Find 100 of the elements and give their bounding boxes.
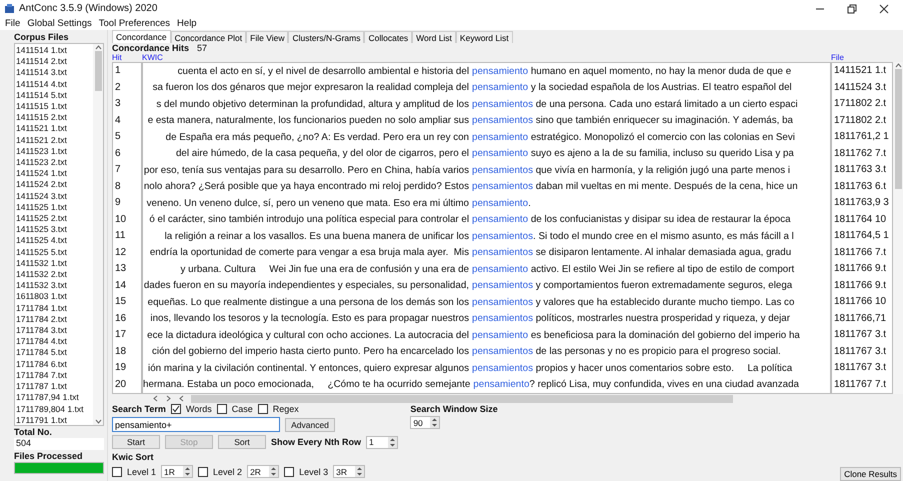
- scrollbar-thumb[interactable]: [94, 51, 102, 91]
- corpus-file-item[interactable]: 1411524 1.txt: [16, 168, 93, 180]
- corpus-file-item[interactable]: 1711787 1.txt: [16, 381, 93, 392]
- chevron-up-icon[interactable]: [894, 62, 902, 69]
- kwic-line: ión marina y la civilación continental. Y entonces, quiero expresar algunos pensamientos propios y hacer unos comentarios sobre esto. La política: [147, 362, 794, 376]
- kwic-line: equeñas. Lo que realmente distingue a una persona de los demás son los pensamientos y valores que ha establecido durante mucho tiempo. Las co: [146, 296, 796, 310]
- tab[interactable]: File View: [246, 31, 288, 43]
- corpus-file-item[interactable]: 1411525 3.txt: [16, 224, 93, 236]
- chevron-left-icon[interactable]: [152, 395, 159, 402]
- corpus-file-item[interactable]: 1711784 3.txt: [16, 325, 93, 336]
- corpus-file-item[interactable]: 1411514 4.txt: [16, 78, 93, 90]
- file-name: 1811766,71: [833, 312, 888, 326]
- column-header[interactable]: Hit: [112, 53, 142, 62]
- chevron-right-icon[interactable]: [165, 395, 172, 402]
- close-icon[interactable]: [879, 4, 889, 14]
- tab[interactable]: Concordance Plot: [170, 31, 246, 43]
- corpus-file-item[interactable]: 1711787,94 1.txt: [16, 392, 93, 404]
- corpus-file-item[interactable]: 1411532 1.txt: [16, 258, 93, 270]
- checkbox-label: Level 3: [299, 466, 328, 476]
- corpus-file-item[interactable]: 1411524 3.txt: [16, 190, 93, 202]
- tab[interactable]: Word List: [412, 31, 456, 43]
- corpus-file-item[interactable]: 1711784 7.txt: [16, 370, 93, 382]
- file-name: 1811762 7.t: [833, 146, 888, 160]
- nth-row-spinner[interactable]: 1: [366, 436, 398, 448]
- sort-level-spinner[interactable]: 2R: [247, 465, 280, 478]
- menu-item[interactable]: Help: [177, 18, 197, 29]
- action-button[interactable]: Start: [112, 435, 160, 449]
- spinner-arrows-icon[interactable]: [269, 466, 278, 477]
- corpus-file-item[interactable]: 1611803 1.txt: [16, 291, 93, 303]
- tab[interactable]: Concordance: [112, 30, 171, 43]
- checkbox[interactable]: [258, 404, 268, 414]
- chevron-left-icon[interactable]: [178, 395, 185, 402]
- checkbox[interactable]: [284, 466, 294, 476]
- checkbox[interactable]: [170, 404, 181, 414]
- checkbox-label: Regex: [272, 404, 299, 414]
- scrollbar[interactable]: [93, 44, 103, 425]
- corpus-file-item[interactable]: 1411514 2.txt: [16, 56, 93, 68]
- corpus-file-item[interactable]: 1711784 4.txt: [16, 336, 93, 348]
- scrollbar[interactable]: [893, 62, 903, 394]
- hit-number: 18: [114, 344, 128, 358]
- hit-number: 1: [114, 64, 122, 78]
- clone-results-button[interactable]: Clone Results: [840, 467, 901, 481]
- sort-level-spinner[interactable]: 1R: [161, 465, 194, 478]
- restore-icon[interactable]: [847, 4, 857, 14]
- file-name: 1811766 9.t: [833, 278, 888, 292]
- chevron-up-icon[interactable]: [94, 44, 102, 51]
- corpus-file-item[interactable]: 1411514 1.txt: [16, 45, 93, 56]
- corpus-file-item[interactable]: 1711784 5.txt: [16, 347, 93, 359]
- corpus-file-item[interactable]: 1411515 1.txt: [16, 101, 93, 112]
- column-header[interactable]: KWIC: [142, 53, 831, 62]
- scrollbar-thumb[interactable]: [894, 69, 902, 189]
- corpus-file-item[interactable]: 1711784 6.txt: [16, 358, 93, 370]
- file-name: 1811763,9 3: [833, 196, 890, 210]
- corpus-file-item[interactable]: 1711791 1.txt: [16, 414, 93, 425]
- tab[interactable]: Clusters/N-Grams: [288, 31, 364, 43]
- corpus-file-item[interactable]: 1411525 1.txt: [16, 202, 93, 214]
- file-name: 1411524 3.t: [833, 80, 888, 94]
- corpus-file-item[interactable]: 1711784 2.txt: [16, 314, 93, 326]
- corpus-file-item[interactable]: 1411514 5.txt: [16, 90, 93, 102]
- corpus-file-item[interactable]: 1411523 2.txt: [16, 157, 93, 168]
- file-name: 1811763 3.t: [833, 163, 888, 177]
- chevron-down-icon[interactable]: [94, 418, 102, 425]
- corpus-file-item[interactable]: 1411525 5.txt: [16, 246, 93, 258]
- corpus-file-item[interactable]: 1411532 2.txt: [16, 269, 93, 280]
- kwic-line: nolo ahora? ¿Será posible que ya haya encontrado mi reloj perdido? Estos pensamientos daban mil vueltas en mi mente. Después de la cena, hice un: [143, 180, 799, 194]
- corpus-file-item[interactable]: 1411532 3.txt: [16, 280, 93, 292]
- hit-number: 20: [114, 378, 128, 392]
- corpus-file-item[interactable]: 1411523 1.txt: [16, 146, 93, 158]
- advanced-button[interactable]: Advanced: [285, 418, 335, 432]
- corpus-file-item[interactable]: 1711789,804 1.txt: [16, 404, 93, 415]
- spinner-arrows-icon[interactable]: [430, 417, 440, 428]
- kwic-line: sa fueron los dos génaros que mejor expresaron la realidad compleja del pensamiento y la sociedad española de los Austrias. El teatro español del: [152, 81, 793, 96]
- menu-item[interactable]: File: [5, 18, 20, 29]
- nth-row-label: Show Every Nth Row: [271, 437, 362, 447]
- window-size-spinner[interactable]: 90: [410, 416, 440, 429]
- corpus-file-item[interactable]: 1411521 2.txt: [16, 134, 93, 146]
- kwic-line: ó el carácter, sino también introdujo una política especial para controlar el pensamiento de los confucianistas y disipar su idea de restaurar la época: [148, 213, 792, 228]
- corpus-file-item[interactable]: 1411525 4.txt: [16, 235, 93, 247]
- corpus-file-item[interactable]: 1411521 1.txt: [16, 123, 93, 135]
- corpus-file-item[interactable]: 1411515 2.txt: [16, 112, 93, 124]
- corpus-file-item[interactable]: 1711784 1.txt: [16, 302, 93, 314]
- sort-level-spinner[interactable]: 3R: [333, 465, 366, 478]
- file-name: 1811761,2 1: [833, 130, 890, 144]
- spinner-arrows-icon[interactable]: [355, 466, 364, 477]
- spinner-arrows-icon[interactable]: [183, 466, 192, 477]
- corpus-file-item[interactable]: 1411524 2.txt: [16, 179, 93, 191]
- corpus-file-item[interactable]: 1411514 3.txt: [16, 67, 93, 79]
- tab[interactable]: Collocates: [364, 31, 412, 43]
- checkbox[interactable]: [216, 404, 227, 414]
- search-field[interactable]: pensamiento+: [112, 417, 280, 432]
- spinner-arrows-icon[interactable]: [388, 436, 398, 448]
- menu-item[interactable]: Tool Preferences: [98, 18, 170, 29]
- column-header[interactable]: File: [831, 53, 893, 62]
- corpus-file-item[interactable]: 1411525 2.txt: [16, 213, 93, 224]
- tab[interactable]: Keyword List: [456, 31, 513, 43]
- kwic-line: y urbana. Cultura Wei Jin fue una era de confusión y una era de pensamiento activo. El estilo Wei Jin se refiere al tipo de estilo de comport: [180, 262, 796, 277]
- action-button[interactable]: Sort: [218, 435, 266, 449]
- checkbox[interactable]: [112, 466, 122, 476]
- checkbox[interactable]: [198, 466, 208, 476]
- menu-item[interactable]: Global Settings: [27, 18, 92, 29]
